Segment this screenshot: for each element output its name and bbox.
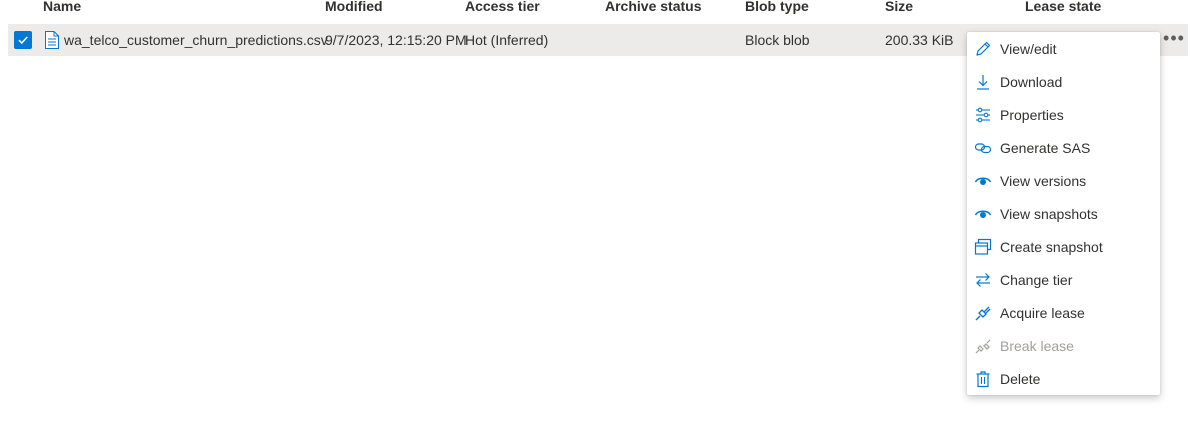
menu-item-view-snapshots[interactable]: View snapshots	[967, 197, 1160, 230]
blob-name-link[interactable]: wa_telco_customer_churn_predictions.csv	[64, 24, 328, 56]
size-value: 200.33 KiB	[885, 32, 954, 48]
download-icon	[974, 73, 992, 91]
broken-plug-icon	[974, 337, 992, 355]
eye-icon	[974, 205, 992, 223]
column-header-lease-state[interactable]: Lease state	[1025, 0, 1101, 14]
menu-item-create-snapshot[interactable]: Create snapshot	[967, 230, 1160, 263]
menu-item-view-versions[interactable]: View versions	[967, 164, 1160, 197]
blob-type-value: Block blob	[745, 32, 810, 48]
checkmark-icon	[18, 36, 28, 45]
column-header-archive-status[interactable]: Archive status	[605, 0, 701, 14]
snapshot-icon	[974, 238, 992, 256]
properties-icon	[974, 106, 992, 124]
menu-item-properties[interactable]: Properties	[967, 98, 1160, 131]
menu-item-label: Delete	[1000, 370, 1041, 387]
menu-item-break-lease: Break lease	[967, 329, 1160, 362]
modified-value: 9/7/2023, 12:15:20 PM	[325, 32, 467, 48]
column-header-access-tier[interactable]: Access tier	[465, 0, 540, 14]
eye-icon	[974, 172, 992, 190]
access-tier-value: Hot (Inferred)	[465, 32, 549, 48]
storage-browser: Name Modified Access tier Archive status…	[0, 0, 1200, 437]
menu-item-label: Generate SAS	[1000, 139, 1091, 156]
more-actions-button[interactable]: •••	[1158, 29, 1190, 50]
context-menu: View/edit Download Properties Generate S…	[967, 32, 1160, 395]
menu-item-label: Download	[1000, 73, 1063, 90]
menu-item-label: View versions	[1000, 172, 1087, 189]
menu-item-label: Properties	[1000, 106, 1064, 123]
menu-item-label: View snapshots	[1000, 205, 1098, 222]
pencil-icon	[974, 40, 992, 58]
column-header-modified[interactable]: Modified	[325, 0, 383, 14]
menu-item-download[interactable]: Download	[967, 65, 1160, 98]
link-icon	[974, 139, 992, 157]
menu-item-change-tier[interactable]: Change tier	[967, 263, 1160, 296]
menu-item-delete[interactable]: Delete	[967, 362, 1160, 395]
trash-icon	[974, 370, 992, 388]
menu-item-label: Create snapshot	[1000, 238, 1103, 255]
table-header: Name Modified Access tier Archive status…	[0, 0, 1200, 16]
menu-item-acquire-lease[interactable]: Acquire lease	[967, 296, 1160, 329]
menu-item-label: Change tier	[1000, 271, 1073, 288]
row-checkbox[interactable]	[14, 31, 32, 49]
menu-item-label: Acquire lease	[1000, 304, 1085, 321]
menu-item-label: View/edit	[1000, 40, 1057, 57]
menu-item-generate-sas[interactable]: Generate SAS	[967, 131, 1160, 164]
plug-icon	[974, 304, 992, 322]
file-icon	[45, 31, 59, 49]
swap-arrows-icon	[974, 271, 992, 289]
menu-item-view-edit[interactable]: View/edit	[967, 32, 1160, 65]
column-header-blob-type[interactable]: Blob type	[745, 0, 809, 14]
column-header-name[interactable]: Name	[43, 0, 81, 14]
column-header-size[interactable]: Size	[885, 0, 913, 14]
menu-item-label: Break lease	[1000, 337, 1074, 354]
